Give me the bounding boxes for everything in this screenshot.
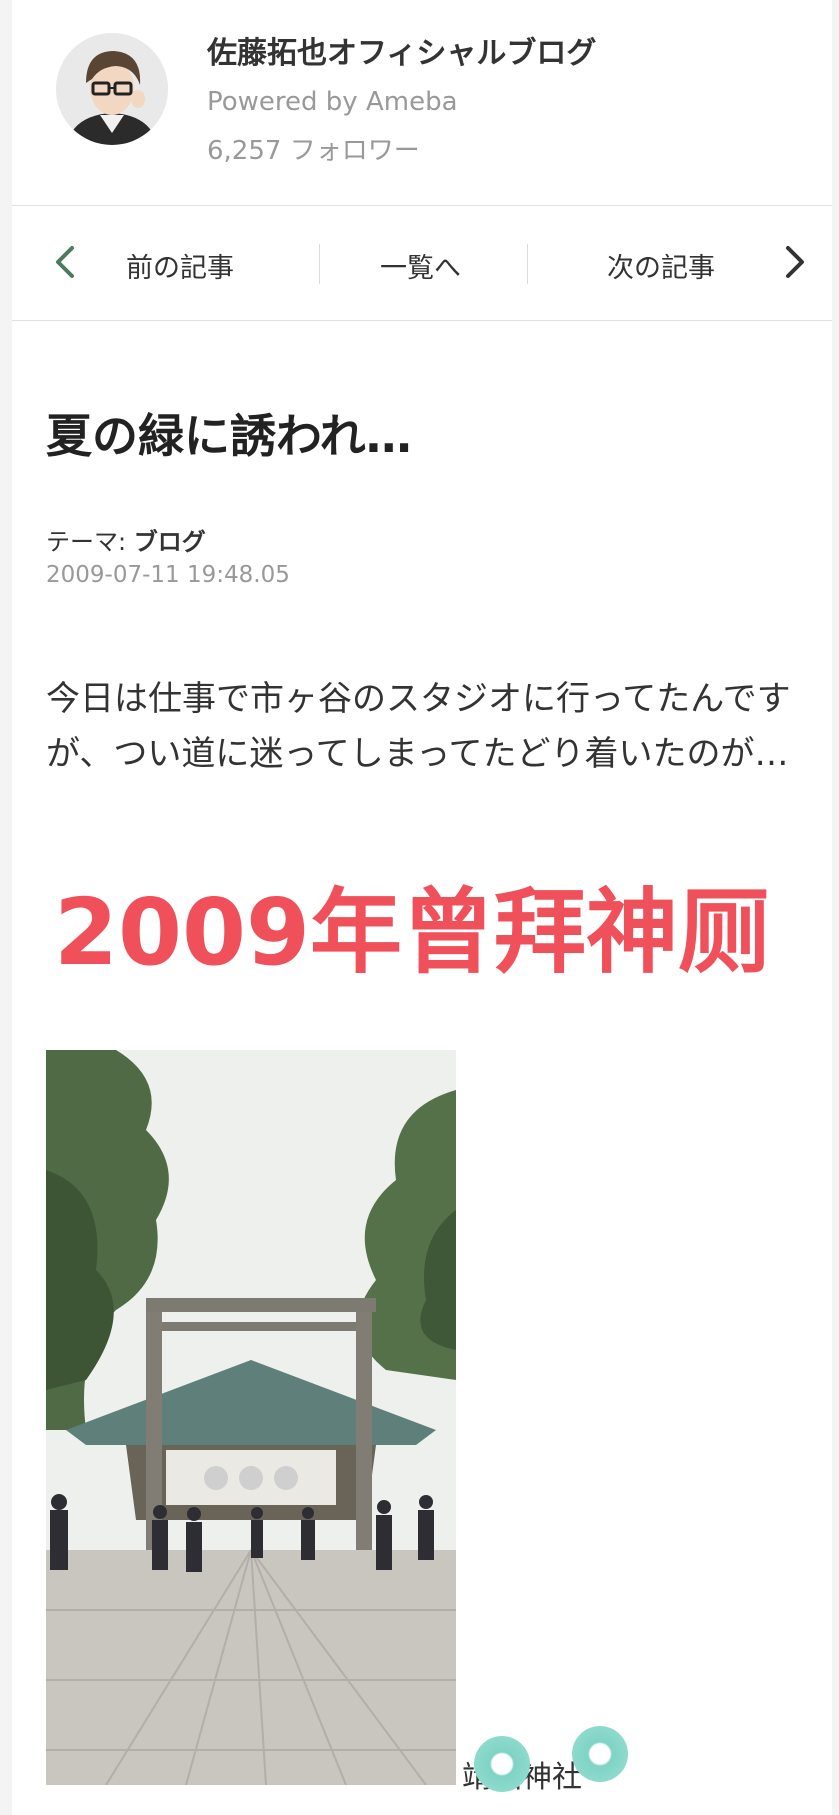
blog-page: 佐藤拓也オフィシャルブログ Powered by Ameba 6,257 フォロ… [12, 0, 832, 1815]
prev-article-link[interactable]: 前の記事 [126, 246, 234, 285]
sticker-icon [474, 1736, 530, 1792]
next-article-link[interactable]: 次の記事 [607, 246, 715, 285]
theme-prefix: テーマ: [46, 528, 127, 556]
article-list-link[interactable]: 一覧へ [380, 246, 461, 285]
article-body: 今日は仕事で市ヶ谷のスタジオに行ってたんですが、つい道に迷ってしまってたどり着い… [46, 679, 791, 774]
nav-divider [319, 244, 320, 284]
avatar[interactable] [56, 33, 168, 145]
nav-divider [527, 244, 528, 284]
theme-link[interactable]: ブログ [134, 528, 206, 556]
article-nav: 前の記事 一覧へ 次の記事 [12, 206, 832, 321]
chevron-right-icon[interactable] [782, 244, 808, 280]
blog-title[interactable]: 佐藤拓也オフィシャルブログ [207, 28, 596, 72]
overlay-annotation: 2009年曾拜神厕 [54, 879, 771, 986]
follower-count[interactable]: 6,257 フォロワー [207, 130, 420, 167]
article-theme: テーマ: ブログ [46, 522, 206, 557]
blog-header: 佐藤拓也オフィシャルブログ Powered by Ameba 6,257 フォロ… [12, 0, 832, 206]
chevron-left-icon[interactable] [52, 244, 78, 280]
powered-by-text: Powered by Ameba [207, 87, 458, 117]
article-title: 夏の緑に誘われ… [46, 409, 412, 463]
article-photo[interactable] [46, 1050, 456, 1785]
article-date: 2009-07-11 19:48.05 [46, 562, 290, 588]
sticker-icon [572, 1726, 628, 1782]
